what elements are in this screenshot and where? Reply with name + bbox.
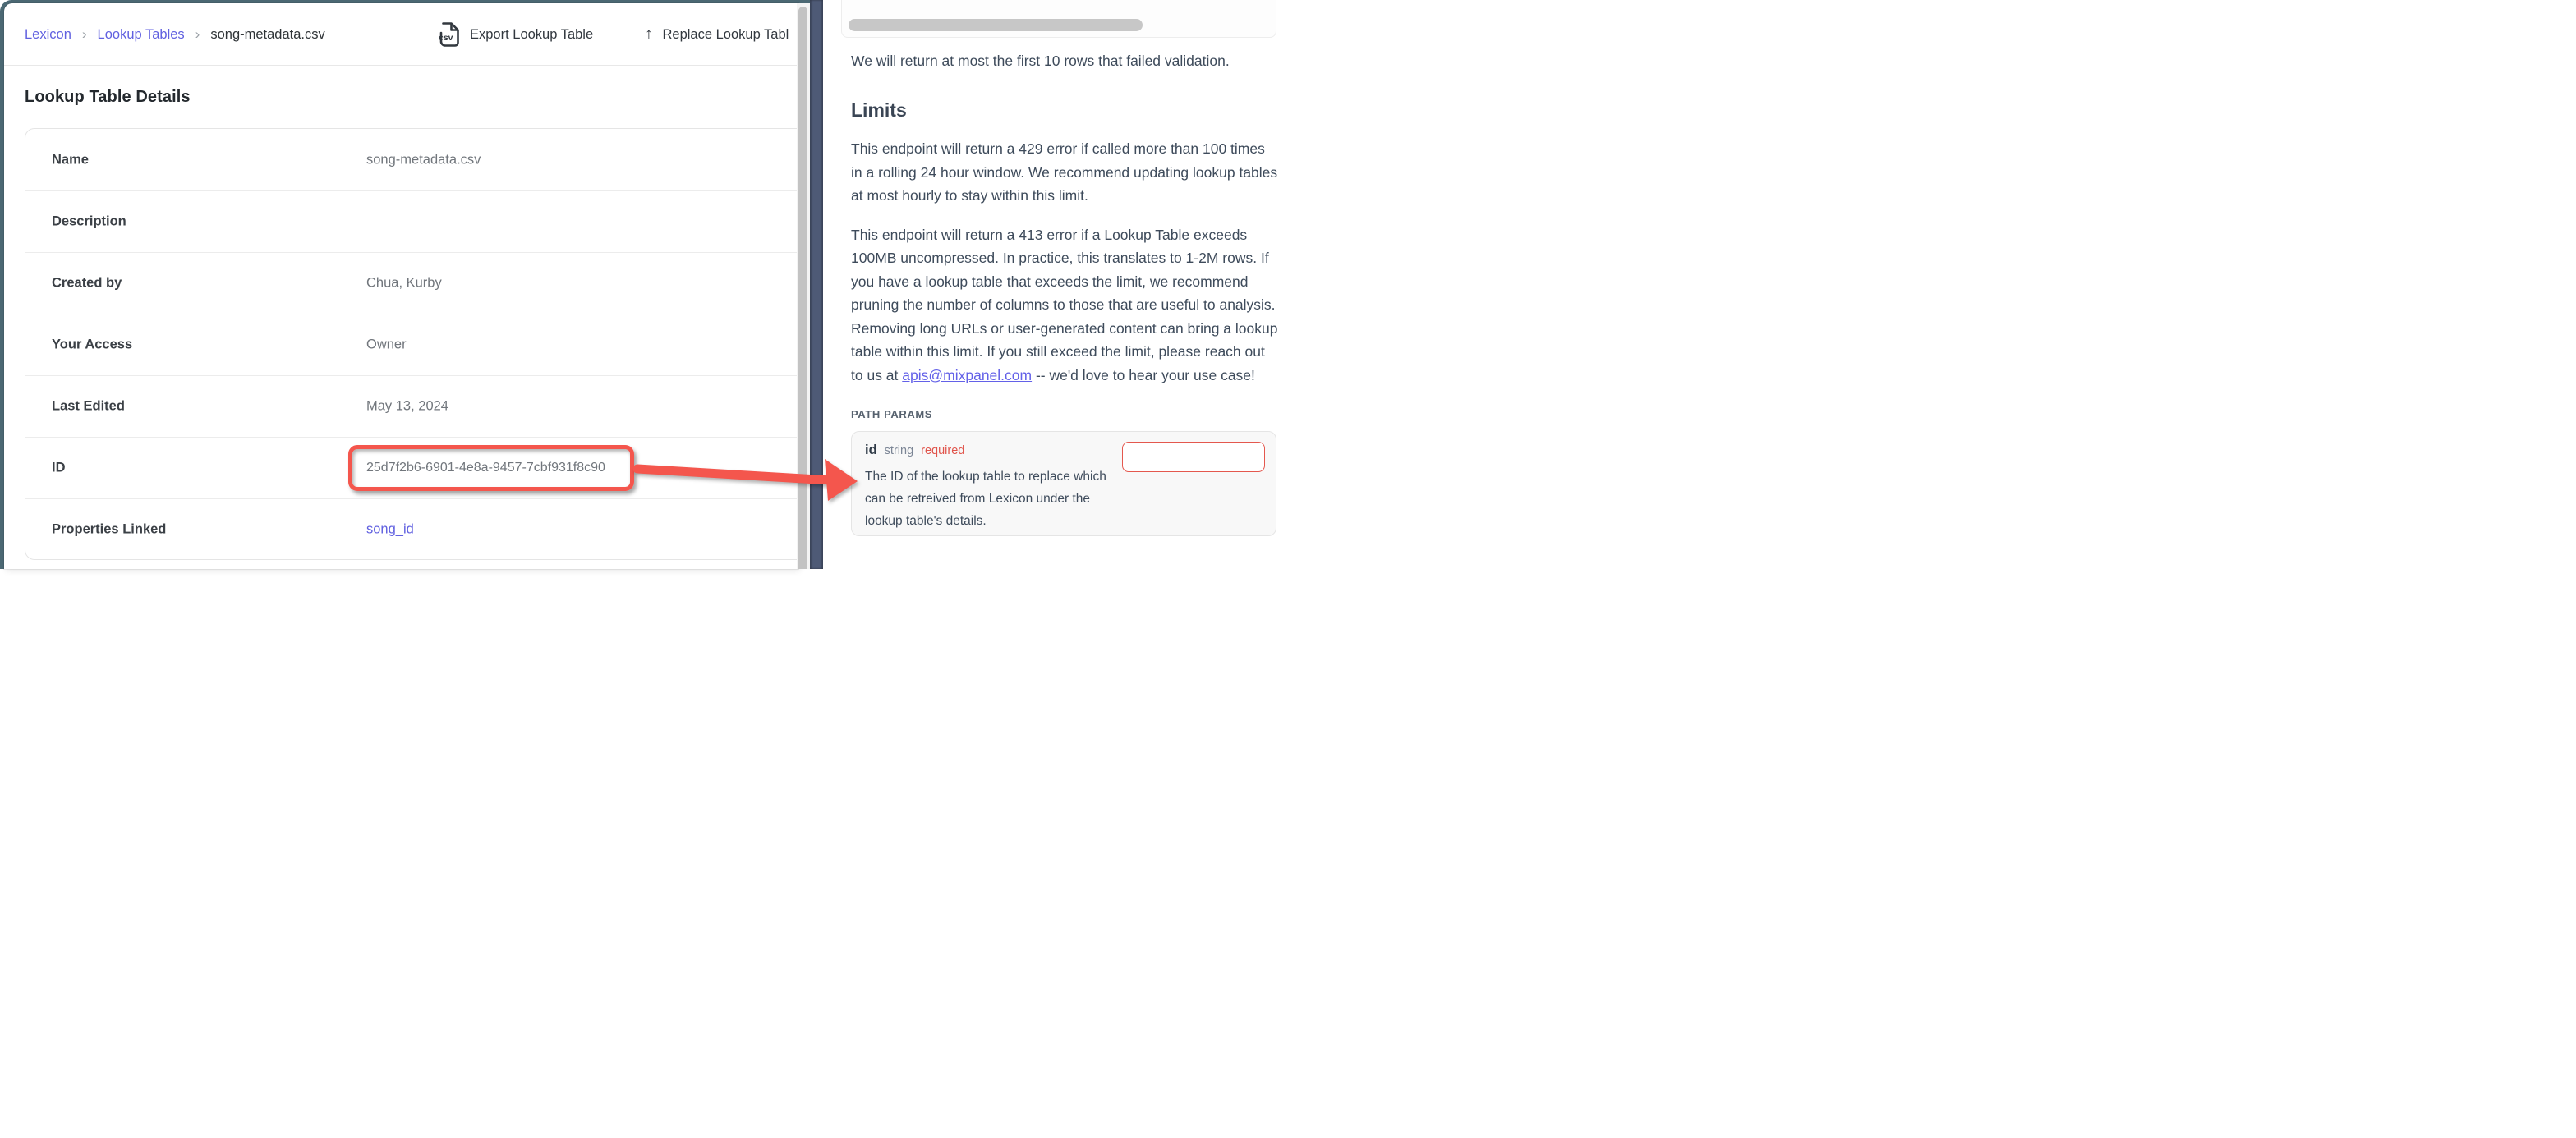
- param-name: id: [865, 443, 877, 458]
- upload-arrow-icon: ↑: [645, 25, 653, 44]
- limits-paragraph-1: This endpoint will return a 429 error if…: [851, 137, 1280, 208]
- window-gap-divider: [810, 0, 823, 569]
- breadcrumb: Lexicon › Lookup Tables › song-metadata.…: [25, 3, 325, 66]
- limits-heading: Limits: [851, 99, 1280, 122]
- docs-content: We will return at most the first 10 rows…: [851, 48, 1280, 536]
- support-email-link[interactable]: apis@mixpanel.com: [902, 367, 1032, 383]
- linked-property-link[interactable]: song_id: [366, 522, 414, 538]
- detail-row-last-edited: Last Edited May 13, 2024: [25, 375, 798, 437]
- horizontal-scrollbar-thumb[interactable]: [849, 19, 1143, 31]
- details-card: Name song-metadata.csv Description Creat…: [25, 128, 798, 560]
- export-button-label: Export Lookup Table: [470, 27, 593, 43]
- detail-label: Properties Linked: [52, 522, 166, 538]
- detail-row-name: Name song-metadata.csv: [25, 129, 798, 190]
- svg-text:csv: csv: [439, 33, 453, 43]
- param-id-input[interactable]: [1122, 442, 1265, 472]
- detail-row-your-access: Your Access Owner: [25, 314, 798, 375]
- header-row: Lexicon › Lookup Tables › song-metadata.…: [4, 3, 798, 66]
- left-window-scrollbar-thumb[interactable]: [798, 7, 807, 569]
- param-type: string: [885, 444, 913, 457]
- horizontal-scrollbar-track[interactable]: [841, 0, 1276, 38]
- limits-paragraph-2-text: This endpoint will return a 413 error if…: [851, 227, 1277, 383]
- replace-button-label: Replace Lookup Tabl: [663, 27, 789, 43]
- detail-row-created-by: Created by Chua, Kurby: [25, 252, 798, 314]
- detail-value: Owner: [366, 337, 407, 353]
- detail-label: Description: [52, 214, 126, 230]
- detail-row-properties-linked: Properties Linked song_id: [25, 498, 798, 560]
- detail-label: ID: [52, 461, 66, 476]
- breadcrumb-current-file: song-metadata.csv: [210, 27, 324, 43]
- validation-note-text: We will return at most the first 10 rows…: [851, 49, 1280, 72]
- param-required-badge: required: [921, 444, 964, 457]
- detail-label: Your Access: [52, 337, 132, 353]
- path-param-card: id string required The ID of the lookup …: [851, 431, 1276, 536]
- limits-paragraph-2: This endpoint will return a 413 error if…: [851, 223, 1280, 388]
- breadcrumb-link-lookup-tables[interactable]: Lookup Tables: [98, 27, 185, 43]
- detail-row-description: Description: [25, 190, 798, 252]
- csv-file-icon: csv: [438, 21, 460, 48]
- lookup-table-details-window: Lexicon › Lookup Tables › song-metadata.…: [4, 3, 798, 569]
- replace-lookup-table-button[interactable]: ↑ Replace Lookup Tabl: [645, 3, 789, 66]
- detail-label: Last Edited: [52, 399, 125, 415]
- page-title: Lookup Table Details: [25, 88, 191, 107]
- path-params-heading: PATH PARAMS: [851, 408, 1280, 420]
- screenshot-stage: Lexicon › Lookup Tables › song-metadata.…: [0, 0, 1288, 569]
- breadcrumb-link-lexicon[interactable]: Lexicon: [25, 27, 71, 43]
- chevron-right-icon: ›: [82, 26, 87, 43]
- detail-value: Chua, Kurby: [366, 276, 442, 291]
- detail-value: song-metadata.csv: [366, 152, 481, 167]
- detail-label: Name: [52, 152, 89, 167]
- api-docs-window: We will return at most the first 10 rows…: [823, 0, 1288, 569]
- detail-label: Created by: [52, 276, 122, 291]
- lookup-table-id-value: 25d7f2b6-6901-4e8a-9457-7cbf931f8c90: [366, 461, 605, 475]
- param-description: The ID of the lookup table to replace wh…: [865, 466, 1113, 532]
- limits-paragraph-2-suffix: -- we'd love to hear your use case!: [1032, 367, 1255, 383]
- detail-value: May 13, 2024: [366, 399, 448, 415]
- export-lookup-table-button[interactable]: csv Export Lookup Table: [438, 3, 593, 66]
- chevron-right-icon: ›: [196, 26, 200, 43]
- detail-row-id: ID 25d7f2b6-6901-4e8a-9457-7cbf931f8c90: [25, 437, 798, 498]
